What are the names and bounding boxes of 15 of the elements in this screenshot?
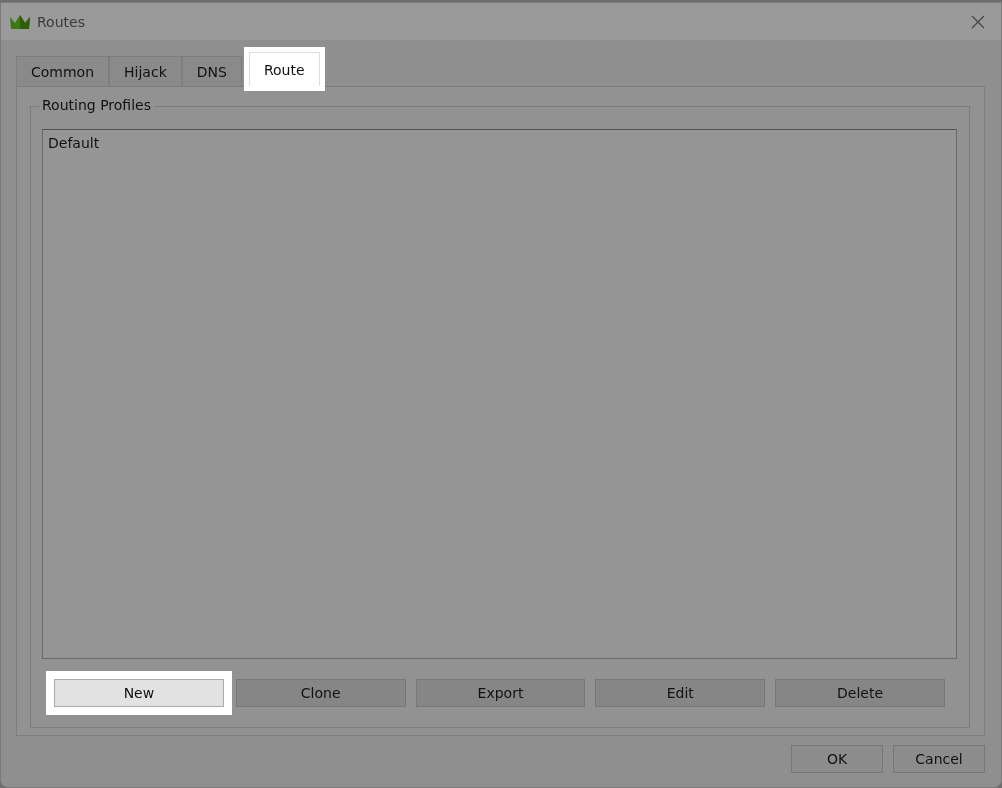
tab[interactable]: Common: [16, 56, 110, 86]
tab[interactable]: DNS: [181, 56, 242, 86]
window-title: Routes: [37, 13, 86, 30]
dialog-button[interactable]: Cancel: [893, 745, 985, 773]
dialog-button[interactable]: OK: [791, 745, 883, 773]
tab[interactable]: Hijack: [109, 56, 182, 86]
profile-list[interactable]: Default: [42, 129, 957, 659]
close-icon[interactable]: [971, 14, 985, 29]
profile-item[interactable]: Default: [48, 135, 951, 151]
crown-logo-icon: [9, 13, 31, 30]
action-button[interactable]: Delete: [775, 679, 945, 707]
action-button[interactable]: Clone: [235, 679, 406, 707]
group-title: Routing Profiles: [39, 97, 154, 113]
action-button[interactable]: Export: [415, 679, 586, 707]
action-button[interactable]: Edit: [595, 679, 766, 707]
